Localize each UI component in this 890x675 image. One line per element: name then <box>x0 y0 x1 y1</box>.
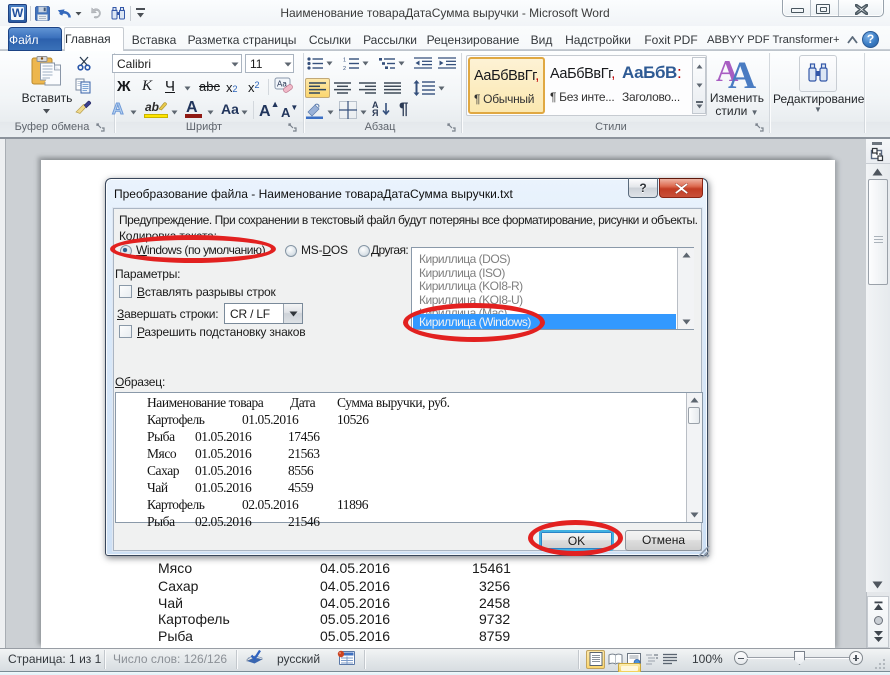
svg-text:2: 2 <box>343 66 346 70</box>
svg-text:1: 1 <box>343 58 346 64</box>
